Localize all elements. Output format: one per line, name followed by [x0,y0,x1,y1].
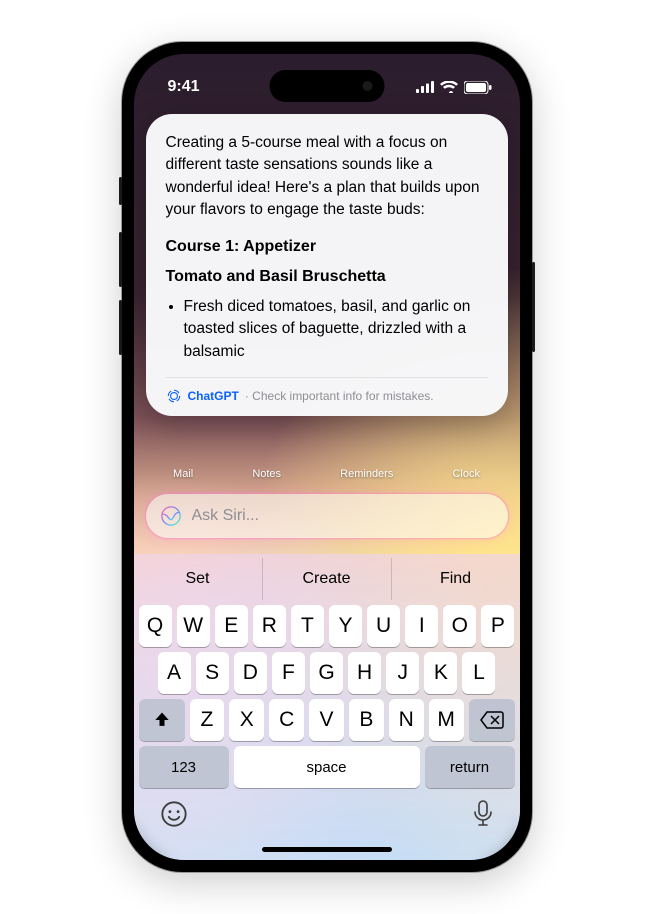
dynamic-island [269,70,384,102]
return-key[interactable]: return [425,746,515,788]
key-x[interactable]: X [229,699,264,741]
provider-name: ChatGPT [188,389,239,403]
key-f[interactable]: F [272,652,305,694]
ingredient-item: Fresh diced tomatoes, basil, and garlic … [184,296,488,363]
dock-label-mail: Mail [173,468,193,480]
key-z[interactable]: Z [190,699,225,741]
mute-switch[interactable] [119,177,122,205]
clock-label: 9:41 [168,78,200,96]
key-k[interactable]: K [424,652,457,694]
key-s[interactable]: S [196,652,229,694]
siri-text-input[interactable] [192,507,494,525]
key-e[interactable]: E [215,605,248,647]
key-u[interactable]: U [367,605,400,647]
course-heading: Course 1: Appetizer [166,238,488,256]
siri-orb-icon [160,505,182,527]
space-key[interactable]: space [234,746,420,788]
key-c[interactable]: C [269,699,304,741]
dictation-key-icon[interactable] [472,800,494,828]
siri-input-bar[interactable] [146,494,508,538]
cellular-icon [416,81,434,93]
key-l[interactable]: L [462,652,495,694]
key-h[interactable]: H [348,652,381,694]
key-d[interactable]: D [234,652,267,694]
backspace-key[interactable] [469,699,515,741]
key-y[interactable]: Y [329,605,362,647]
suggestion-bar: Set Create Find [134,558,520,600]
battery-icon [464,81,492,94]
provider-footer: ChatGPT · Check important info for mista… [166,377,488,404]
volume-up-button[interactable] [119,232,122,287]
shift-icon [152,710,172,730]
screen: 9:41 Creating a 5-course meal with a foc… [134,54,520,860]
key-p[interactable]: P [481,605,514,647]
power-button[interactable] [532,262,535,352]
key-t[interactable]: T [291,605,324,647]
key-j[interactable]: J [386,652,419,694]
volume-down-button[interactable] [119,300,122,355]
key-m[interactable]: M [429,699,464,741]
key-o[interactable]: O [443,605,476,647]
keyboard: Set Create Find Q W E R T Y U I O P A S … [134,554,520,860]
key-r[interactable]: R [253,605,286,647]
dock-label-reminders: Reminders [340,468,393,480]
key-a[interactable]: A [158,652,191,694]
dock-label-notes: Notes [252,468,281,480]
phone-frame: 9:41 Creating a 5-course meal with a foc… [122,42,532,872]
key-q[interactable]: Q [139,605,172,647]
key-row-2: A S D F G H J K L [134,647,520,694]
keyboard-bottom-row [134,788,520,854]
response-intro: Creating a 5-course meal with a focus on… [166,132,488,222]
siri-response-card: Creating a 5-course meal with a focus on… [146,114,508,416]
key-row-4: 123 space return [134,741,520,788]
home-indicator[interactable] [262,847,392,852]
suggestion-find[interactable]: Find [392,558,520,600]
key-w[interactable]: W [177,605,210,647]
emoji-key-icon[interactable] [160,800,188,828]
key-row-3: Z X C V B N M [134,694,520,741]
ingredient-list: Fresh diced tomatoes, basil, and garlic … [184,296,488,363]
numbers-key[interactable]: 123 [139,746,229,788]
dish-name: Tomato and Basil Bruschetta [166,268,488,286]
dock-label-clock: Clock [452,468,480,480]
wifi-icon [440,81,458,93]
shift-key[interactable] [139,699,185,741]
backspace-icon [480,711,504,729]
key-v[interactable]: V [309,699,344,741]
disclaimer-text: · Check important info for mistakes. [245,389,434,403]
key-i[interactable]: I [405,605,438,647]
key-row-1: Q W E R T Y U I O P [134,600,520,647]
dock-labels: Mail Notes Reminders Clock [134,468,520,480]
suggestion-set[interactable]: Set [134,558,263,600]
chatgpt-icon [166,388,182,404]
key-g[interactable]: G [310,652,343,694]
suggestion-create[interactable]: Create [263,558,392,600]
key-b[interactable]: B [349,699,384,741]
key-n[interactable]: N [389,699,424,741]
